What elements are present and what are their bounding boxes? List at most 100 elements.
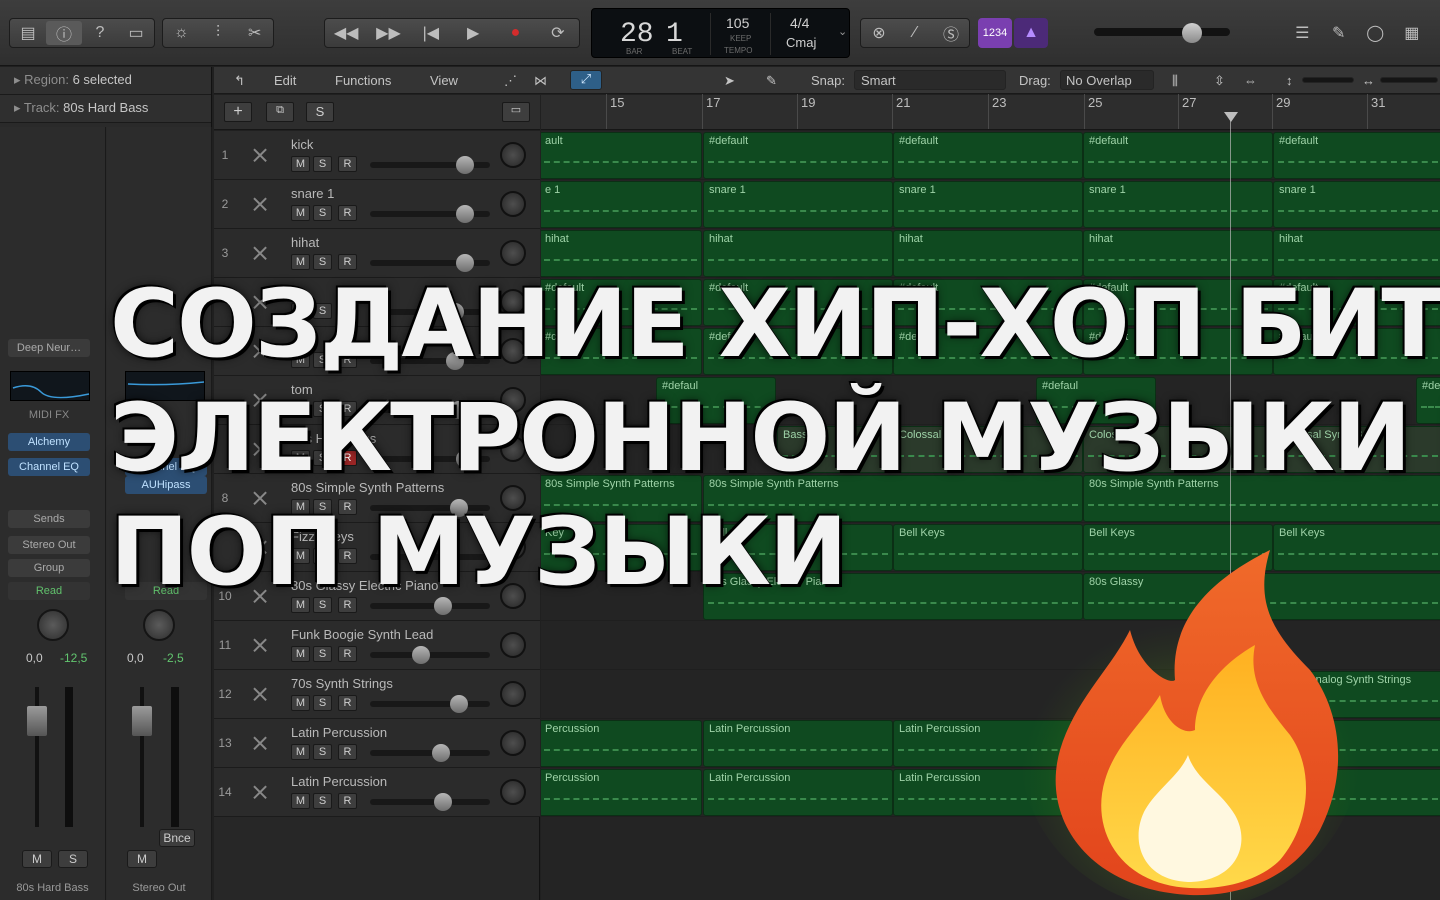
track-record-button[interactable]: R [338,744,357,760]
pan-knob[interactable] [143,609,175,641]
track-solo-button[interactable]: S [313,793,332,809]
track-volume-knob[interactable] [412,646,430,664]
add-track-button[interactable]: + [224,102,252,122]
browser-icon[interactable]: ▦ [1394,23,1430,43]
region[interactable]: snare 1 [1083,181,1273,228]
track-volume-slider[interactable] [370,799,490,805]
region[interactable]: Latin Percussion [703,769,893,816]
track-solo-button[interactable]: S [313,744,332,760]
track-mute-button[interactable]: M [291,646,310,662]
pencil-tool-icon[interactable]: ✎ [766,73,777,89]
track-options-icon[interactable]: ▭ [502,102,530,122]
playhead-marker[interactable] [1224,112,1238,122]
track-volume-knob[interactable] [456,205,474,223]
info-icon[interactable]: ⓘ [46,21,82,45]
track-name[interactable]: hihat [291,235,319,250]
pointer-tool-icon[interactable]: ➤ [724,73,735,89]
track-solo-button[interactable]: S [313,205,332,221]
mute-button[interactable]: M [127,850,157,868]
track-name[interactable]: 70s Synth Strings [291,676,393,691]
track-mute-button[interactable]: M [291,744,310,760]
track-mute-button[interactable]: M [291,793,310,809]
eq-thumbnail[interactable] [10,371,90,401]
track-pan-knob[interactable] [500,779,526,805]
track-pan-knob[interactable] [500,632,526,658]
track-volume-knob[interactable] [450,695,468,713]
track-solo-button[interactable]: S [313,156,332,172]
help-icon[interactable]: ? [82,24,118,42]
replace-icon[interactable]: ⊗ [861,23,897,43]
pan-knob[interactable] [37,609,69,641]
region[interactable]: snare 1 [1273,181,1440,228]
region-inspector-row[interactable]: ▸ Region: 6 selected [0,67,211,95]
list-editors-icon[interactable]: ☰ [1284,23,1320,43]
track-mute-button[interactable]: M [291,205,310,221]
track-solo-button[interactable]: S [313,695,332,711]
region[interactable]: Percussion [541,720,702,767]
track-header[interactable]: 14 ⨯ Latin Percussion M S R [214,768,540,817]
track-record-button[interactable]: R [338,646,357,662]
track-inspector-row[interactable]: ▸ Track: 80s Hard Bass [0,95,211,123]
count-in-button[interactable]: 1234 [978,18,1012,48]
go-to-start-icon[interactable]: |◀ [413,23,449,43]
region[interactable]: #default [1273,132,1440,179]
tuner-icon[interactable]: ⁄ [897,24,933,42]
track-pan-knob[interactable] [500,681,526,707]
track-name[interactable]: kick [291,137,313,152]
automation-mode[interactable]: Read [8,582,90,600]
track-header[interactable]: 1 ⨯ kick M S R [214,131,540,180]
solo-button[interactable]: S [58,850,88,868]
track-pan-knob[interactable] [500,240,526,266]
play-icon[interactable]: ▶ [455,23,491,43]
track-pan-knob[interactable] [500,191,526,217]
region[interactable]: snare 1 [703,181,893,228]
region[interactable]: #default [893,132,1083,179]
vertical-zoom-slider[interactable] [1302,77,1354,83]
library-icon[interactable]: ▤ [10,23,46,43]
track-header[interactable]: 2 ⨯ snare 1 MSR [214,180,540,229]
chevron-down-icon[interactable]: ⌄ [838,25,847,38]
notepad-icon[interactable]: ✎ [1321,23,1357,43]
snap-select[interactable]: Smart [854,70,1006,90]
insert-slot[interactable]: Channel EQ [8,458,90,476]
track-header[interactable]: 12 ⨯ 70s Synth Strings M S R [214,670,540,719]
view-menu[interactable]: View [430,73,458,88]
master-volume-knob[interactable] [1182,23,1202,43]
plugin-slot[interactable]: Deep Neur… [8,339,90,357]
volume-fader-cap[interactable] [27,706,47,736]
track-pan-knob[interactable] [500,730,526,756]
solo-mode-icon[interactable]: Ⓢ [933,21,969,45]
track-mute-button[interactable]: M [291,156,310,172]
toolbar-icon[interactable]: ▭ [118,23,154,43]
track-header[interactable]: 13 ⨯ Latin Percussion M S R [214,719,540,768]
master-volume-slider[interactable] [1094,28,1230,36]
rewind-icon[interactable]: ◀◀ [328,23,364,43]
track-volume-knob[interactable] [456,156,474,174]
region[interactable]: Percussion [541,769,702,816]
vertical-zoom-icon[interactable]: ⇳ [1214,73,1225,89]
region[interactable]: snare 1 [893,181,1083,228]
midi-fx-slot[interactable]: MIDI FX [8,406,90,424]
track-volume-slider[interactable] [370,652,490,658]
track-volume-knob[interactable] [432,744,450,762]
duplicate-track-icon[interactable]: ⧉ [266,102,294,122]
region[interactable]: ault [541,132,702,179]
track-height-icon[interactable]: ↕ [1286,73,1293,88]
sends-slot[interactable]: Sends [8,510,90,528]
track-volume-slider[interactable] [370,701,490,707]
global-solo-button[interactable]: S [306,102,334,122]
group-slot[interactable]: Group [8,559,90,577]
track-name[interactable]: Latin Percussion [291,725,387,740]
region[interactable]: #default [1083,132,1273,179]
output-slot[interactable]: Stereo Out [8,536,90,554]
functions-menu[interactable]: Functions [335,73,391,88]
track-volume-slider[interactable] [370,750,490,756]
zoom-width-icon[interactable]: ↔ [1362,73,1375,88]
scissors-icon[interactable]: ✂ [237,23,273,43]
horizontal-zoom-icon[interactable]: ⇔ [1244,73,1257,88]
track-header[interactable]: 11 ⨯ Funk Boogie Synth Lead M S R [214,621,540,670]
cycle-icon[interactable]: ⟳ [540,23,576,43]
track-name[interactable]: Latin Percussion [291,774,387,789]
track-mute-button[interactable]: M [291,695,310,711]
record-icon[interactable]: ● [497,24,533,42]
